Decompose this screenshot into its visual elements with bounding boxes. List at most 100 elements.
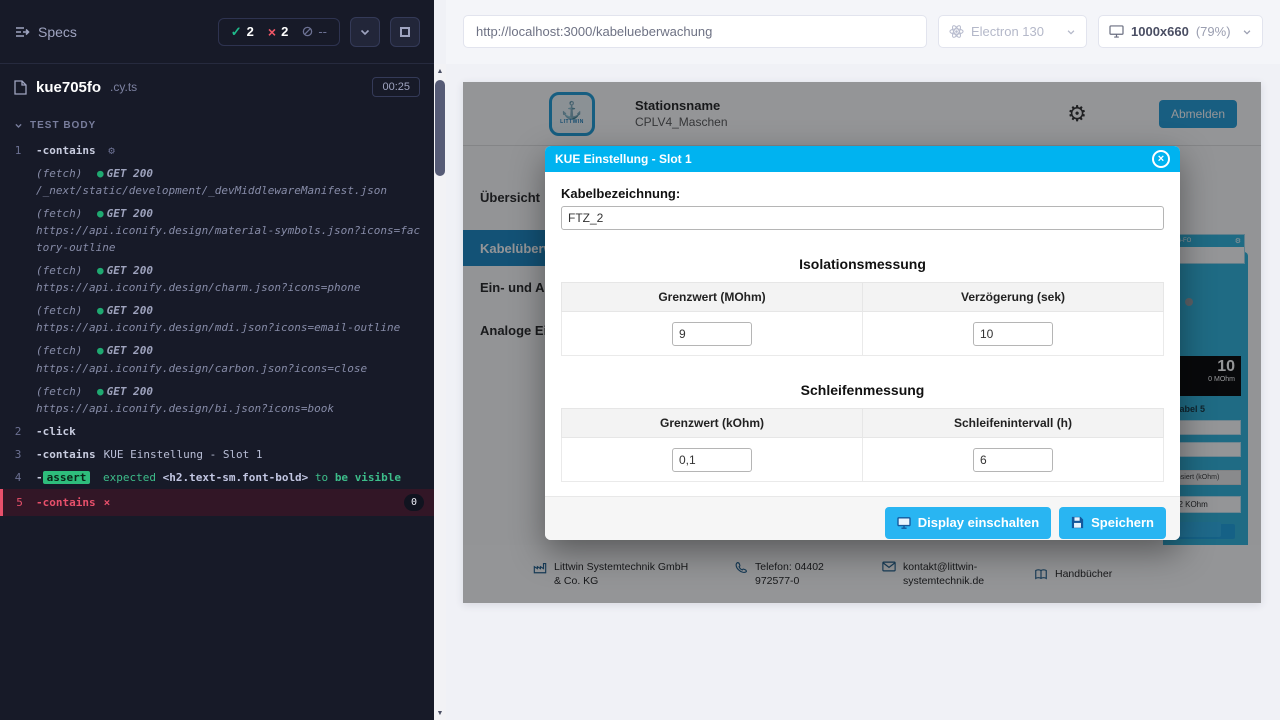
viewport-selector[interactable]: 1000x660 (79%) [1098, 15, 1263, 48]
request-url: https://api.iconify.design/mdi.json?icon… [36, 319, 424, 336]
network-log-entry[interactable]: (fetch) ●GET 200 https://api.iconify.des… [0, 299, 434, 339]
isolationsmessung-table: Grenzwert (MOhm) Verzögerung (sek) [561, 282, 1164, 356]
contains-argument: KUE Einstellung - Slot 1 [104, 448, 263, 461]
display-einschalten-button[interactable]: Display einschalten [885, 507, 1051, 539]
stat-pending[interactable]: -- [302, 24, 327, 39]
spec-timer-badge: 00:25 [372, 77, 420, 97]
status-dot-icon: ● [97, 304, 104, 317]
check-icon: ✓ [231, 24, 242, 40]
chevron-down-icon [14, 121, 23, 130]
application-under-test: ⚓ LITTWIN Stationsname CPLV4_Maschen ⚙ A… [463, 82, 1261, 603]
viewport-zoom: (79%) [1196, 24, 1231, 39]
isolationsmessung-heading: Isolationsmessung [561, 256, 1164, 272]
close-icon[interactable]: × [1152, 150, 1170, 168]
schleifenmessung-heading: Schleifenmessung [561, 382, 1164, 398]
network-log-entry[interactable]: (fetch) ●GET 200 https://api.iconify.des… [0, 339, 434, 379]
column-header: Verzögerung (sek) [863, 283, 1164, 312]
monitor-icon [1109, 25, 1124, 38]
scroll-up-arrow-icon[interactable]: ▲ [434, 64, 446, 78]
fetch-tag: (fetch) [36, 167, 82, 180]
request-url: https://api.iconify.design/bi.json?icons… [36, 400, 424, 417]
browser-label: Electron 130 [971, 24, 1044, 39]
fetch-tag: (fetch) [36, 385, 82, 398]
modal-title: KUE Einstellung - Slot 1 [555, 152, 692, 166]
scrollbar-thumb[interactable] [435, 80, 445, 176]
scroll-down-arrow-icon[interactable]: ▼ [434, 706, 446, 720]
spec-file-row[interactable]: kue705fo .cy.ts 00:25 [0, 64, 434, 110]
fetch-tag: (fetch) [36, 344, 82, 357]
network-log-entry[interactable]: (fetch) ●GET 200 https://api.iconify.des… [0, 259, 434, 299]
network-log-entry[interactable]: (fetch) ●GET 200 /_next/static/developme… [0, 162, 434, 202]
log-command-click[interactable]: 2 -click [0, 420, 434, 443]
grenzwert-kohm-input[interactable] [672, 448, 752, 472]
kue-settings-modal: KUE Einstellung - Slot 1 × Kabelbezeichn… [545, 146, 1180, 540]
schleifenmessung-table: Grenzwert (kOhm) Schleifenintervall (h) [561, 408, 1164, 482]
request-url: https://api.iconify.design/carbon.json?i… [36, 360, 424, 377]
assert-badge: assert [43, 471, 91, 484]
specs-list-icon [14, 24, 30, 40]
stat-passed[interactable]: ✓2 [231, 24, 254, 40]
url-input[interactable] [463, 15, 927, 48]
chevron-down-icon [359, 26, 371, 38]
fetch-tag: (fetch) [36, 264, 82, 277]
spec-name: kue705fo [36, 79, 101, 96]
assert-selector: <h2.text-sm.font-bold> [163, 471, 309, 484]
gear-icon: ⚙ [108, 144, 115, 157]
test-body-section-toggle[interactable]: TEST BODY [0, 110, 434, 139]
fail-x-icon: × [104, 494, 111, 511]
kabel-label: Kabelbezeichnung: [561, 186, 1164, 201]
specs-button[interactable]: Specs [14, 24, 77, 40]
monitor-icon [897, 517, 911, 529]
modal-header: KUE Einstellung - Slot 1 × [545, 146, 1180, 172]
schleifenintervall-input[interactable] [973, 448, 1053, 472]
spec-extension: .cy.ts [110, 80, 137, 94]
viewport-size: 1000x660 [1131, 24, 1189, 39]
network-log-entry[interactable]: (fetch) ●GET 200 https://api.iconify.des… [0, 202, 434, 259]
x-icon: × [268, 24, 276, 40]
fetch-tag: (fetch) [36, 304, 82, 317]
status-dot-icon: ● [97, 344, 104, 357]
log-command-contains-2[interactable]: 3 -containsKUE Einstellung - Slot 1 [0, 443, 434, 466]
chevron-down-icon [1066, 27, 1076, 37]
log-command-assert[interactable]: 4 -assert expected <h2.text-sm.font-bold… [0, 466, 434, 489]
collapse-reporter-button[interactable] [350, 17, 380, 47]
log-command-contains-failed[interactable]: 5 -contains × 0 [0, 489, 434, 516]
cypress-reporter-panel: Specs ✓2 ×2 -- kue705fo .cy.ts 00:25 TES… [0, 0, 434, 720]
verzoegerung-sek-input[interactable] [973, 322, 1053, 346]
grenzwert-mohm-input[interactable] [672, 322, 752, 346]
reporter-scrollbar: ▲ ▼ [434, 64, 446, 720]
column-header: Grenzwert (kOhm) [562, 409, 863, 438]
modal-footer: Display einschalten Speichern [545, 496, 1180, 540]
column-header: Schleifenintervall (h) [863, 409, 1164, 438]
pending-icon [302, 26, 313, 37]
aut-toolbar: Electron 130 1000x660 (79%) [446, 0, 1280, 64]
reporter-header: Specs ✓2 ×2 -- [0, 0, 434, 64]
electron-browser-icon [949, 24, 964, 39]
save-floppy-icon [1071, 516, 1084, 529]
stop-icon [400, 27, 410, 37]
chevron-down-icon [1242, 27, 1252, 37]
modal-body: Kabelbezeichnung: Isolationsmessung Gren… [545, 172, 1180, 482]
status-dot-icon: ● [97, 167, 104, 180]
status-dot-icon: ● [97, 264, 104, 277]
network-log-entry[interactable]: (fetch) ●GET 200 https://api.iconify.des… [0, 380, 434, 420]
kabelbezeichnung-input[interactable] [561, 206, 1164, 230]
request-url: /_next/static/development/_devMiddleware… [36, 182, 424, 199]
specs-label: Specs [38, 24, 77, 40]
status-dot-icon: ● [97, 385, 104, 398]
fetch-tag: (fetch) [36, 207, 82, 220]
request-url: https://api.iconify.design/material-symb… [36, 222, 424, 256]
retry-count-badge: 0 [404, 494, 424, 511]
log-command-contains-1[interactable]: 1 -contains ⚙ [0, 139, 434, 162]
column-header: Grenzwert (MOhm) [562, 283, 863, 312]
spec-file-icon [14, 80, 27, 95]
status-dot-icon: ● [97, 207, 104, 220]
request-url: https://api.iconify.design/charm.json?ic… [36, 279, 424, 296]
command-log: 1 -contains ⚙ (fetch) ●GET 200 /_next/st… [0, 139, 434, 516]
test-stats: ✓2 ×2 -- [218, 18, 340, 46]
speichern-button[interactable]: Speichern [1059, 507, 1166, 539]
stop-run-button[interactable] [390, 17, 420, 47]
stat-failed[interactable]: ×2 [268, 24, 288, 40]
section-label: TEST BODY [30, 120, 96, 131]
browser-selector[interactable]: Electron 130 [938, 15, 1087, 48]
